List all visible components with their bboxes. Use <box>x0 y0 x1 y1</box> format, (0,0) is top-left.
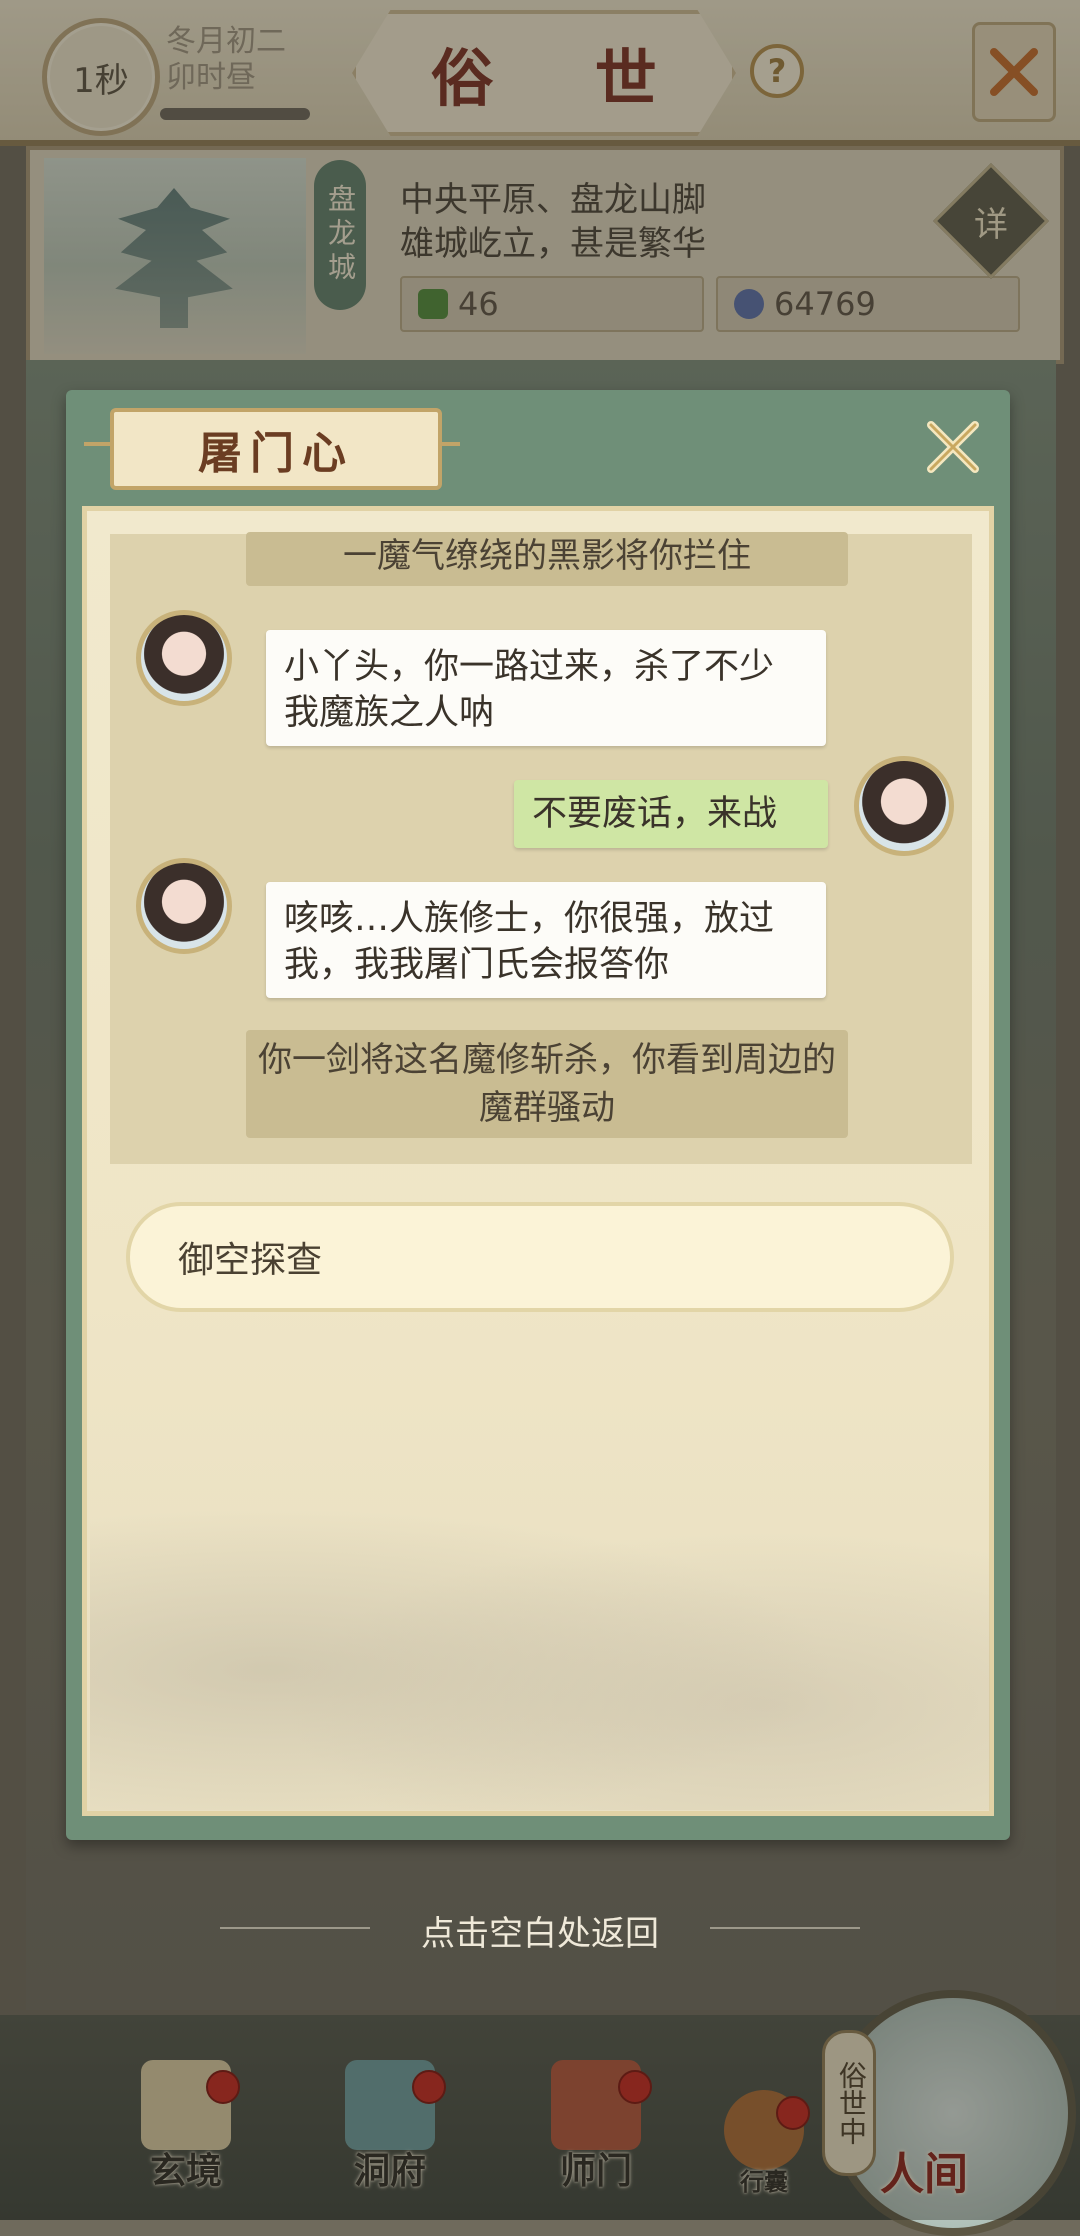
close-icon <box>927 421 979 473</box>
npc-avatar <box>136 610 232 706</box>
npc-avatar <box>136 858 232 954</box>
choice-button-yukong[interactable]: 御空探查 <box>126 1202 954 1312</box>
npc-chat-bubble: 咳咳…人族修士，你很强，放过我，我我屠门氏会报答你 <box>266 882 826 998</box>
narration-text: 你一剑将这名魔修斩杀，你看到周边的魔群骚动 <box>246 1030 848 1138</box>
player-chat-bubble: 不要废话，来战 <box>514 780 828 848</box>
tap-to-return-hint[interactable]: 点击空白处返回 <box>0 1906 1080 1955</box>
title-ornament <box>84 442 110 446</box>
dialog-close-button[interactable] <box>918 412 988 482</box>
mountain-mist-decoration <box>90 1460 990 1810</box>
npc-chat-bubble: 小丫头，你一路过来，杀了不少我魔族之人呐 <box>266 630 826 746</box>
player-avatar <box>854 756 954 856</box>
dialog-title: 屠门心 <box>110 408 442 490</box>
narration-text: 一魔气缭绕的黑影将你拦住 <box>246 532 848 586</box>
